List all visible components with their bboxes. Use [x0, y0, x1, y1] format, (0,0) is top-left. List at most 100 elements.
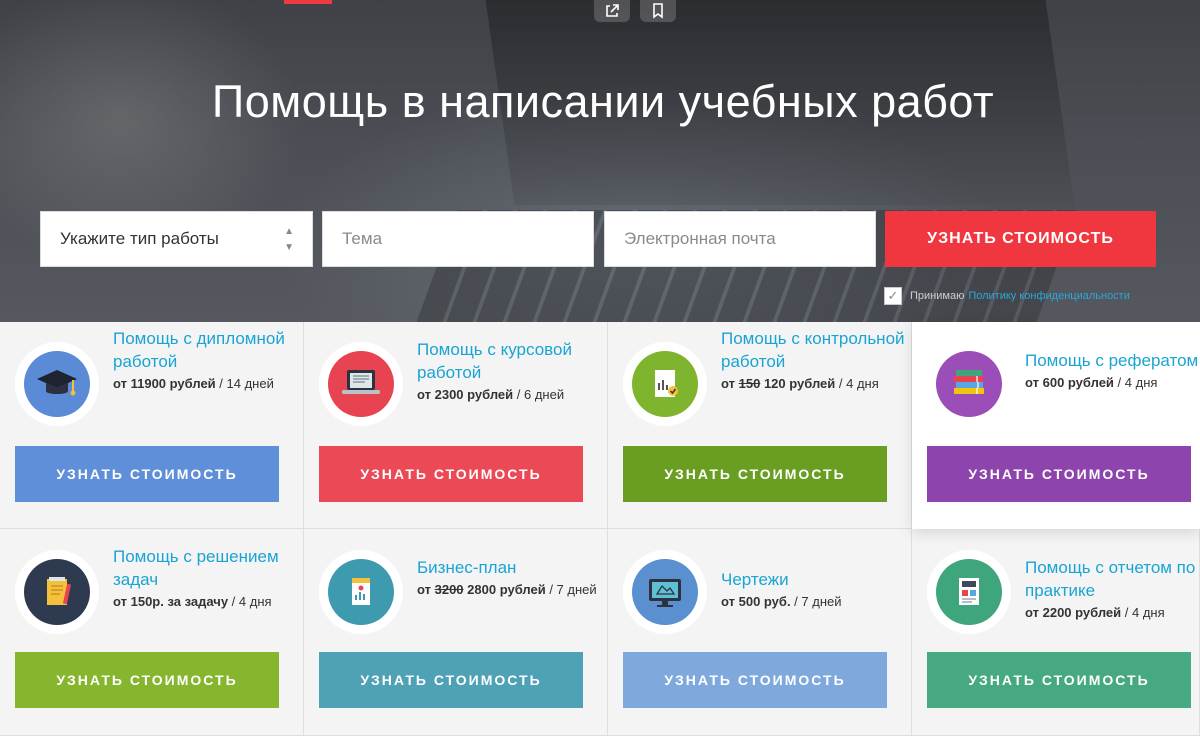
service-card-tasks: Помощь с решением задач от 150р. за зада…	[0, 529, 304, 736]
service-title[interactable]: Помощь с рефератом	[1025, 349, 1200, 372]
service-title[interactable]: Помощь с курсовой работой	[417, 338, 602, 384]
price-value: 11900 рублей	[130, 376, 216, 391]
icon-badge	[927, 342, 1011, 426]
topic-input[interactable]	[342, 212, 593, 266]
service-info: Помощь с курсовой работой от 2300 рублей…	[417, 338, 602, 406]
service-info: Помощь с рефератом от 600 рублей / 4 дня	[1025, 349, 1200, 394]
email-field-wrapper	[604, 211, 876, 267]
get-price-button-practice-report[interactable]: УЗНАТЬ СТОИМОСТЬ	[927, 652, 1191, 708]
service-price: от 2200 рублей / 4 дня	[1025, 602, 1200, 624]
service-title[interactable]: Помощь с отчетом по практике	[1025, 556, 1200, 602]
service-price: от 3200 2800 рублей / 7 дней	[417, 579, 602, 601]
checked-report-icon	[632, 351, 698, 417]
service-title[interactable]: Чертежи	[721, 568, 906, 591]
service-card-coursework: Помощь с курсовой работой от 2300 рублей…	[304, 322, 608, 529]
get-price-button-control[interactable]: УЗНАТЬ СТОИМОСТЬ	[623, 446, 887, 502]
price-term: / 4 дня	[1121, 605, 1165, 620]
work-type-select[interactable]: Укажите тип работы ▲ ▼	[40, 211, 313, 267]
consent-checkbox[interactable]: ✓	[884, 287, 902, 305]
service-price: от 500 руб. / 7 дней	[721, 591, 906, 613]
service-title[interactable]: Бизнес-план	[417, 556, 602, 579]
service-info: Бизнес-план от 3200 2800 рублей / 7 дней	[417, 556, 602, 601]
price-prefix: от	[417, 582, 431, 597]
monitor-drawing-icon	[632, 559, 698, 625]
price-term: / 4 дня	[228, 594, 272, 609]
service-info: Помощь с решением задач от 150р. за зада…	[113, 545, 298, 613]
price-prefix: от	[721, 594, 735, 609]
icon-badge	[927, 550, 1011, 634]
service-title[interactable]: Помощь с решением задач	[113, 545, 298, 591]
select-arrows-icon: ▲ ▼	[284, 226, 294, 253]
service-card-practice-report: Помощь с отчетом по практике от 2200 руб…	[912, 529, 1200, 736]
service-title[interactable]: Помощь с контрольной работой	[721, 327, 906, 373]
service-info: Чертежи от 500 руб. / 7 дней	[721, 568, 906, 613]
icon-badge	[15, 550, 99, 634]
price-term: / 4 дня	[1113, 375, 1158, 390]
top-accent-strip	[284, 0, 332, 4]
price-term: / 14 дней	[215, 376, 274, 391]
service-card-business-plan: Бизнес-план от 3200 2800 рублей / 7 дней…	[304, 529, 608, 736]
get-price-button[interactable]: УЗНАТЬ СТОИМОСТЬ	[885, 211, 1156, 267]
service-card-drawings: Чертежи от 500 руб. / 7 дней УЗНАТЬ СТОИ…	[608, 529, 912, 736]
book-stack-icon	[936, 351, 1002, 417]
notepad-pencil-icon	[24, 559, 90, 625]
service-card-essay: Помощь с рефератом от 600 рублей / 4 дня…	[912, 322, 1200, 529]
price-value: 2300 рублей	[434, 387, 514, 402]
price-value: 600 рублей	[1042, 375, 1114, 390]
icon-badge	[15, 342, 99, 426]
get-price-button-business-plan[interactable]: УЗНАТЬ СТОИМОСТЬ	[319, 652, 583, 708]
service-price: от 150 120 рублей / 4 дня	[721, 373, 906, 395]
price-term: / 6 дней	[513, 387, 565, 402]
bookmark-icon[interactable]	[640, 0, 676, 22]
graduation-cap-icon	[24, 351, 90, 417]
get-price-button-tasks[interactable]: УЗНАТЬ СТОИМОСТЬ	[15, 652, 279, 708]
price-prefix: от	[113, 594, 127, 609]
work-type-select-value: Укажите тип работы	[60, 229, 219, 248]
get-price-button-diploma[interactable]: УЗНАТЬ СТОИМОСТЬ	[15, 446, 279, 502]
get-price-button-coursework[interactable]: УЗНАТЬ СТОИМОСТЬ	[319, 446, 583, 502]
get-price-button-drawings[interactable]: УЗНАТЬ СТОИМОСТЬ	[623, 652, 887, 708]
hero-banner	[0, 0, 1200, 322]
service-card-diploma: Помощь с дипломной работой от 11900 рубл…	[0, 322, 304, 529]
service-price: от 11900 рублей / 14 дней	[113, 373, 298, 395]
price-prefix: от	[721, 376, 735, 391]
price-prefix: от	[1025, 375, 1039, 390]
service-info: Помощь с контрольной работой от 150 120 …	[721, 327, 906, 395]
topic-field-wrapper	[322, 211, 594, 267]
business-plan-icon	[328, 559, 394, 625]
icon-badge	[319, 550, 403, 634]
service-title[interactable]: Помощь с дипломной работой	[113, 327, 298, 373]
old-price: 3200	[434, 582, 464, 597]
old-price: 150	[738, 376, 761, 391]
price-term: / 7 дней	[545, 582, 597, 597]
email-input[interactable]	[624, 212, 875, 266]
price-prefix: от	[1025, 605, 1039, 620]
price-value: 120 рублей	[763, 376, 836, 391]
price-value: 500 руб.	[738, 594, 791, 609]
price-value: 2800 рублей	[467, 582, 546, 597]
icon-badge	[623, 550, 707, 634]
services-grid: Помощь с дипломной работой от 11900 рубл…	[0, 322, 1200, 736]
service-info: Помощь с дипломной работой от 11900 рубл…	[113, 327, 298, 395]
consent-label: Принимаю	[910, 290, 965, 302]
service-price: от 150р. за задачу / 4 дня	[113, 591, 298, 613]
share-icon[interactable]	[594, 0, 630, 22]
price-value: 150р. за задачу	[130, 594, 229, 609]
icon-badge	[319, 342, 403, 426]
service-price: от 2300 рублей / 6 дней	[417, 384, 602, 406]
privacy-consent: ✓ Принимаю Политику конфиденциальности	[884, 287, 1130, 305]
icon-badge	[623, 342, 707, 426]
price-term: / 4 дня	[835, 376, 879, 391]
get-price-button-essay[interactable]: УЗНАТЬ СТОИМОСТЬ	[927, 446, 1191, 502]
service-card-control: Помощь с контрольной работой от 150 120 …	[608, 322, 912, 529]
price-term: / 7 дней	[790, 594, 842, 609]
price-prefix: от	[113, 376, 127, 391]
page-title: Помощь в написании учебных работ	[211, 76, 995, 127]
laptop-document-icon	[328, 351, 394, 417]
price-prefix: от	[417, 387, 431, 402]
privacy-policy-link[interactable]: Политику конфиденциальности	[968, 290, 1130, 302]
price-value: 2200 рублей	[1042, 605, 1122, 620]
service-price: от 600 рублей / 4 дня	[1025, 372, 1200, 394]
service-info: Помощь с отчетом по практике от 2200 руб…	[1025, 556, 1200, 624]
report-document-icon	[936, 559, 1002, 625]
